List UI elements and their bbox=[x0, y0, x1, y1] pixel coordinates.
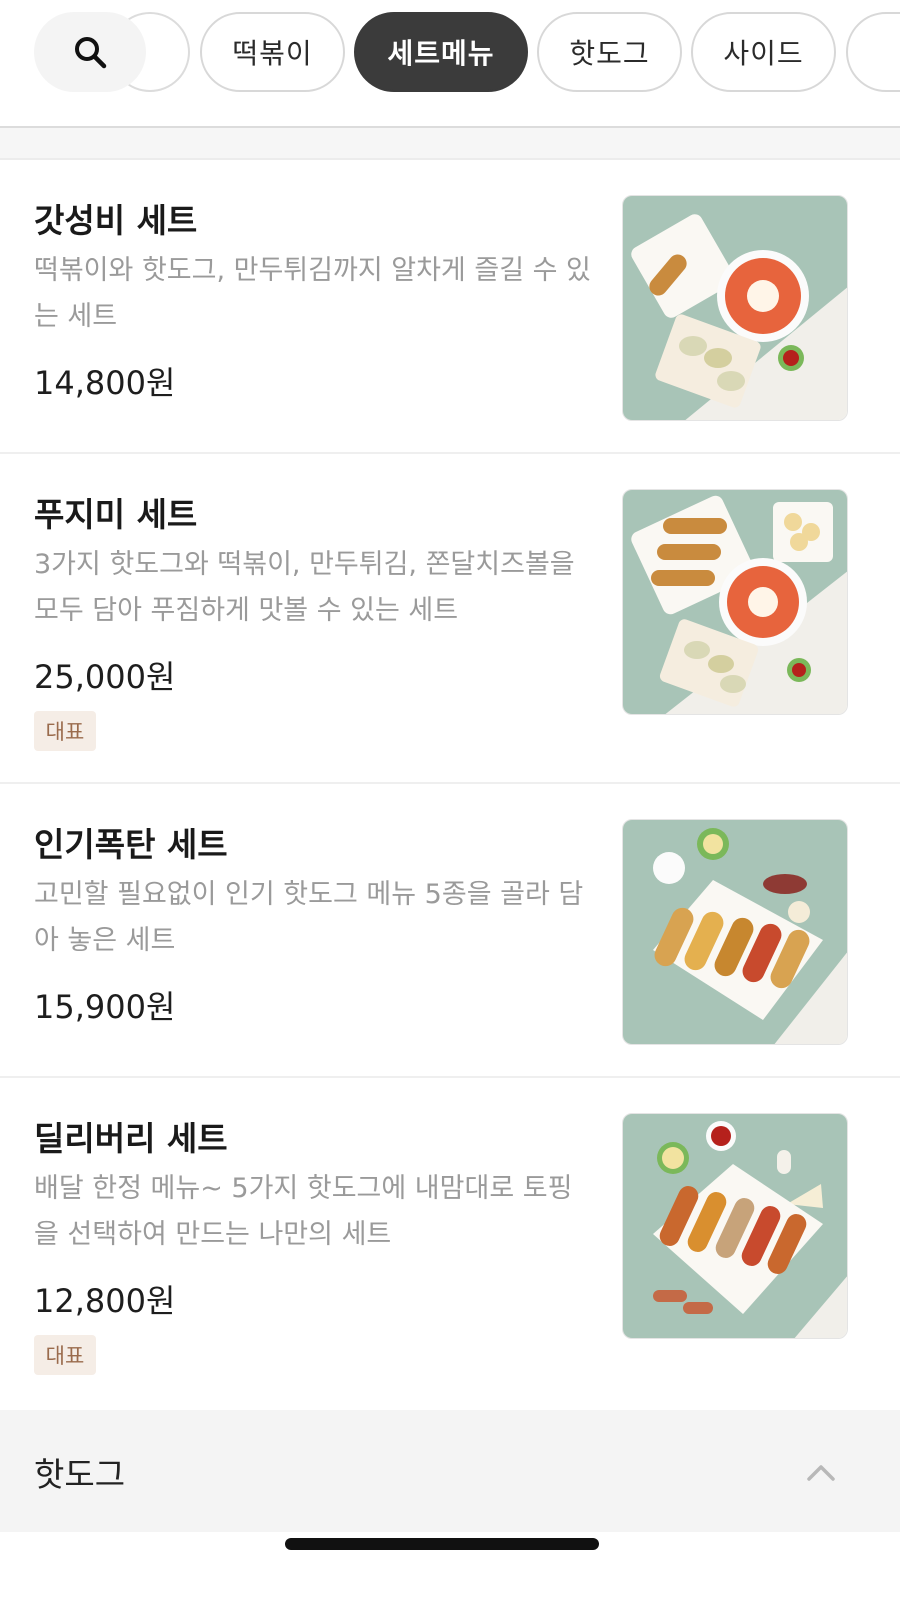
item-price: 25,000원 bbox=[34, 658, 176, 696]
item-photo bbox=[622, 1113, 848, 1339]
signature-badge: 대표 bbox=[34, 711, 96, 751]
menu-item[interactable]: 딜리버리 세트 배달 한정 메뉴~ 5가지 핫도그에 내맘대로 토핑을 선택하여… bbox=[0, 1078, 900, 1410]
item-name: 푸지미 세트 bbox=[34, 495, 198, 534]
item-description: 3가지 핫도그와 떡볶이, 만두튀김, 쫀달치즈볼을 모두 담아 푸짐하게 맛볼… bbox=[34, 549, 575, 626]
item-photo bbox=[622, 819, 848, 1045]
item-photo bbox=[622, 489, 848, 715]
category-bar: 떡볶이 세트메뉴 핫도그 사이드 bbox=[0, 0, 900, 128]
menu-item[interactable]: 푸지미 세트 3가지 핫도그와 떡볶이, 만두튀김, 쫀달치즈볼을 모두 담아 … bbox=[0, 454, 900, 784]
item-price: 12,800원 bbox=[34, 1282, 176, 1320]
section-header-hotdog[interactable]: 핫도그 bbox=[0, 1410, 900, 1532]
tab-hotdog[interactable]: 핫도그 bbox=[537, 12, 682, 92]
menu-item[interactable]: 갓성비 세트 떡볶이와 핫도그, 만두튀김까지 알차게 즐길 수 있는 세트 1… bbox=[0, 160, 900, 454]
section-title: 핫도그 bbox=[34, 1455, 126, 1494]
item-price: 15,900원 bbox=[34, 988, 176, 1026]
item-name: 갓성비 세트 bbox=[34, 201, 198, 240]
item-description: 고민할 필요없이 인기 핫도그 메뉴 5종을 골라 담아 놓은 세트 bbox=[34, 879, 584, 956]
chevron-up-icon[interactable] bbox=[806, 1462, 836, 1482]
tab-set-menu[interactable]: 세트메뉴 bbox=[354, 12, 528, 92]
item-description: 떡볶이와 핫도그, 만두튀김까지 알차게 즐길 수 있는 세트 bbox=[34, 255, 591, 332]
item-name: 인기폭탄 세트 bbox=[34, 825, 228, 864]
menu-item[interactable]: 인기폭탄 세트 고민할 필요없이 인기 핫도그 메뉴 5종을 골라 담아 놓은 … bbox=[0, 784, 900, 1078]
item-price: 14,800원 bbox=[34, 364, 176, 402]
item-name: 딜리버리 세트 bbox=[34, 1119, 228, 1158]
item-photo bbox=[622, 195, 848, 421]
tab-side[interactable]: 사이드 bbox=[691, 12, 836, 92]
item-description: 배달 한정 메뉴~ 5가지 핫도그에 내맘대로 토핑을 선택하여 만드는 나만의… bbox=[34, 1173, 573, 1250]
search-button[interactable] bbox=[34, 12, 146, 92]
section-spacer bbox=[0, 128, 900, 160]
tab-tteokbokki[interactable]: 떡볶이 bbox=[200, 12, 345, 92]
home-indicator[interactable] bbox=[285, 1538, 599, 1550]
search-icon bbox=[75, 37, 107, 69]
signature-badge: 대표 bbox=[34, 1335, 96, 1375]
tab-next-partial[interactable] bbox=[846, 12, 900, 92]
